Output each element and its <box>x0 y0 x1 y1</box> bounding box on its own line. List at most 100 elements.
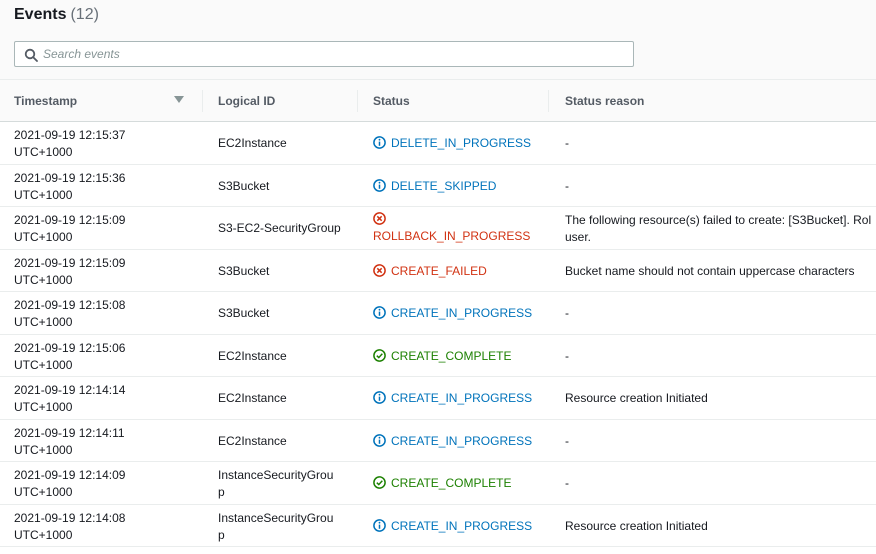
status-reason-cell: - <box>565 348 569 363</box>
table-row: 2021-09-19 12:15:06 UTC+1000 EC2Instance CR… <box>0 335 876 377</box>
status-reason-text-continued: user. <box>565 230 592 244</box>
events-panel-header: Events (12) <box>0 0 876 80</box>
status-cell: CREATE_IN_PROGRESS <box>373 433 532 450</box>
status-cell: ROLLBACK_IN_PROGRESS <box>373 211 530 245</box>
table-row: 2021-09-19 12:15:37 UTC+1000 EC2Instance DE… <box>0 122 876 165</box>
status-reason-cell: - <box>565 136 569 150</box>
status-reason-cell: - <box>565 476 569 490</box>
status-cell: CREATE_COMPLETE <box>373 475 511 492</box>
timestamp-date: 2021-09-19 12:14:08 <box>14 510 126 525</box>
timestamp-zone: UTC+1000 <box>14 272 73 287</box>
logical-id-cell: S3Bucket <box>218 263 270 278</box>
status-cell: CREATE_COMPLETE <box>373 348 511 365</box>
table-row: 2021-09-19 12:15:09 UTC+1000 S3-EC2-Securi… <box>0 207 876 250</box>
timestamp-date: 2021-09-19 12:15:09 <box>14 213 126 227</box>
status-reason-cell: Resource creation Initiated <box>565 391 708 405</box>
info-icon <box>373 518 386 532</box>
error-icon <box>373 263 386 277</box>
column-header-logical-id[interactable]: Logical ID <box>218 80 275 122</box>
column-header-timestamp[interactable]: Timestamp <box>14 80 77 122</box>
search-box[interactable] <box>14 41 634 67</box>
status-reason-text: The following resource(s) failed to crea… <box>565 213 872 227</box>
status-text: CREATE_IN_PROGRESS <box>391 391 533 405</box>
timestamp-zone: UTC+1000 <box>14 187 73 202</box>
search-input[interactable] <box>43 44 623 64</box>
timestamp-zone: UTC+1000 <box>14 527 73 542</box>
column-divider <box>202 90 203 112</box>
column-header-status-reason[interactable]: Status reason <box>565 80 644 122</box>
page-title: Events (12) <box>14 6 99 24</box>
status-cell: CREATE_FAILED <box>373 263 487 280</box>
status-reason-cell: - <box>565 306 569 320</box>
timestamp-cell: 2021-09-19 12:15:36 UTC+1000 <box>14 170 194 204</box>
timestamp-zone: UTC+1000 <box>14 442 73 457</box>
timestamp-cell: 2021-09-19 12:14:08 UTC+1000 <box>14 510 194 544</box>
info-icon <box>373 433 386 447</box>
timestamp-cell: 2021-09-19 12:15:37 UTC+1000 <box>14 127 194 161</box>
status-reason-cell: - <box>565 433 569 448</box>
title-text: Events <box>14 6 67 23</box>
info-icon <box>373 306 386 319</box>
status-cell: CREATE_IN_PROGRESS <box>373 518 532 535</box>
timestamp-date: 2021-09-19 12:15:37 <box>14 128 126 142</box>
status-reason-cell: Bucket name should not contain uppercase… <box>565 263 855 278</box>
timestamp-cell: 2021-09-19 12:15:09 UTC+1000 <box>14 212 194 246</box>
success-icon <box>373 348 386 362</box>
status-cell: DELETE_SKIPPED <box>373 178 496 195</box>
table-row: 2021-09-19 12:14:11 UTC+1000 EC2Instance CR… <box>0 420 876 462</box>
timestamp-cell: 2021-09-19 12:15:06 UTC+1000 <box>14 340 194 374</box>
status-cell: CREATE_IN_PROGRESS <box>373 305 532 322</box>
status-reason-cell: - <box>565 178 569 193</box>
timestamp-date: 2021-09-19 12:14:11 <box>14 425 125 440</box>
table-row: 2021-09-19 12:14:14 UTC+1000 EC2Instance CR… <box>0 377 876 420</box>
timestamp-zone: UTC+1000 <box>14 357 73 372</box>
logical-id-cell: S3Bucket <box>218 178 270 193</box>
logical-id-cell: S3-EC2-SecurityGroup <box>218 221 341 235</box>
table-row: 2021-09-19 12:15:08 UTC+1000 S3Bucket CREAT… <box>0 292 876 335</box>
status-text: CREATE_IN_PROGRESS <box>391 518 533 533</box>
info-icon <box>373 136 386 149</box>
timestamp-date: 2021-09-19 12:14:14 <box>14 383 126 397</box>
timestamp-zone: UTC+1000 <box>14 400 73 414</box>
status-reason-cell: The following resource(s) failed to crea… <box>565 212 876 246</box>
table-row: 2021-09-19 12:15:09 UTC+1000 S3Bucket CREAT… <box>0 250 876 292</box>
sort-descending-icon[interactable] <box>174 96 184 104</box>
table-row: 2021-09-19 12:15:36 UTC+1000 S3Bucket DELET… <box>0 165 876 207</box>
timestamp-cell: 2021-09-19 12:15:08 UTC+1000 <box>14 297 194 331</box>
timestamp-cell: 2021-09-19 12:14:14 UTC+1000 <box>14 382 194 416</box>
timestamp-zone: UTC+1000 <box>14 145 73 159</box>
timestamp-date: 2021-09-19 12:15:06 <box>14 340 126 355</box>
timestamp-zone: UTC+1000 <box>14 485 73 499</box>
timestamp-zone: UTC+1000 <box>14 315 73 329</box>
status-text: CREATE_COMPLETE <box>391 348 512 363</box>
logical-id-cell: EC2Instance <box>218 391 287 405</box>
table-row: 2021-09-19 12:14:08 UTC+1000 InstanceSecur… <box>0 505 876 547</box>
status-text: DELETE_IN_PROGRESS <box>391 136 532 150</box>
timestamp-cell: 2021-09-19 12:15:09 UTC+1000 <box>14 255 194 289</box>
search-icon <box>24 48 38 62</box>
table-header: Timestamp Logical ID Status Status reaso… <box>0 80 876 122</box>
column-divider <box>357 90 358 112</box>
status-text: CREATE_IN_PROGRESS <box>391 306 533 320</box>
timestamp-date: 2021-09-19 12:14:09 <box>14 468 126 482</box>
logical-id-cell: InstanceSecurityGroup <box>218 510 334 542</box>
logical-id-cell: EC2Instance <box>218 136 287 150</box>
timestamp-cell: 2021-09-19 12:14:11 UTC+1000 <box>14 425 194 459</box>
events-table-body: 2021-09-19 12:15:37 UTC+1000 EC2Instance DE… <box>0 122 876 547</box>
error-icon <box>373 212 386 225</box>
status-text: DELETE_SKIPPED <box>391 178 497 193</box>
logical-id-cell: InstanceSecurityGroup <box>218 468 334 499</box>
success-icon <box>373 476 386 489</box>
logical-id-cell: EC2Instance <box>218 433 287 448</box>
column-header-status[interactable]: Status <box>373 80 410 122</box>
timestamp-zone: UTC+1000 <box>14 230 73 244</box>
status-reason-cell: Resource creation Initiated <box>565 518 708 533</box>
status-text: CREATE_IN_PROGRESS <box>391 433 533 448</box>
status-text: CREATE_FAILED <box>391 263 487 278</box>
status-text: CREATE_COMPLETE <box>391 476 512 490</box>
timestamp-date: 2021-09-19 12:15:36 <box>14 170 126 185</box>
timestamp-date: 2021-09-19 12:15:08 <box>14 298 126 312</box>
info-icon <box>373 391 386 404</box>
logical-id-cell: EC2Instance <box>218 348 287 363</box>
table-row: 2021-09-19 12:14:09 UTC+1000 InstanceSecur… <box>0 462 876 505</box>
